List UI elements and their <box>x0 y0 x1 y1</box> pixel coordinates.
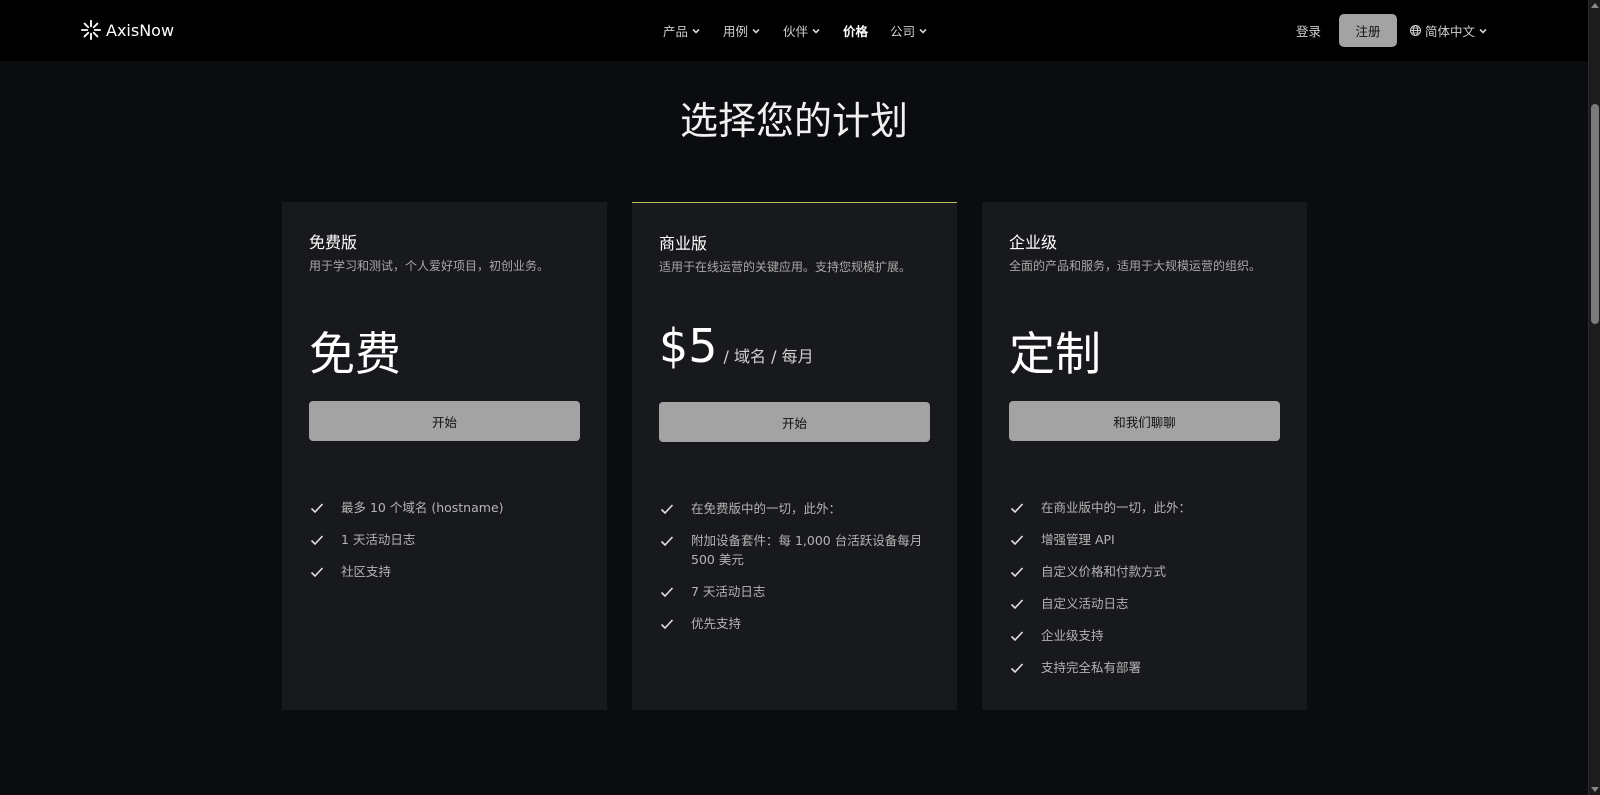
plan-card-enterprise: 企业级 全面的产品和服务，适用于大规模运营的组织。 定制 和我们聊聊 在商业版中… <box>982 202 1307 710</box>
price-row: $5 / 域名 / 每月 <box>659 319 814 373</box>
price-row: 定制 <box>1009 318 1101 384</box>
feature-text: 在商业版中的一切，此外： <box>1041 500 1192 515</box>
check-icon <box>310 535 324 546</box>
check-icon <box>1010 503 1024 514</box>
nav-item-label: 用例 <box>723 24 749 39</box>
plan-name: 商业版 <box>659 234 708 253</box>
feature-item: 在免费版中的一切，此外： <box>659 499 930 518</box>
feature-text: 社区支持 <box>341 564 392 579</box>
plan-name: 企业级 <box>1009 233 1058 252</box>
feature-text: 在免费版中的一切，此外： <box>691 501 842 516</box>
feature-list: 最多 10 个域名 (hostname) 1 天活动日志 社区支持 <box>309 498 580 594</box>
vertical-scrollbar[interactable] <box>1588 0 1600 795</box>
nav-item-label: 产品 <box>663 24 689 39</box>
plan-card-free: 免费版 用于学习和测试，个人爱好项目，初创业务。 免费 开始 最多 10 个域名… <box>282 202 607 710</box>
check-icon <box>1010 599 1024 610</box>
feature-item: 优先支持 <box>659 614 930 633</box>
nav-item-label: 公司 <box>890 24 916 39</box>
feature-text: 附加设备套件：每 1,000 台活跃设备每月 500 美元 <box>691 533 923 567</box>
plan-price: 定制 <box>1009 327 1101 381</box>
main-nav: 产品 用例 伙伴 价格 公司 <box>663 0 928 61</box>
feature-item: 支持完全私有部署 <box>1009 658 1280 677</box>
chevron-down-icon <box>1479 28 1487 34</box>
check-icon <box>660 536 674 547</box>
feature-list: 在免费版中的一切，此外： 附加设备套件：每 1,000 台活跃设备每月 500 … <box>659 499 930 646</box>
feature-item: 在商业版中的一切，此外： <box>1009 498 1280 517</box>
check-icon <box>1010 663 1024 674</box>
language-label: 简体中文 <box>1424 24 1475 39</box>
plan-description: 适用于在线运营的关键应用。支持您规模扩展。 <box>659 260 912 274</box>
check-icon <box>1010 631 1024 642</box>
brand-logo[interactable]: AxisNow <box>80 19 174 41</box>
price-row: 免费 <box>309 318 401 384</box>
globe-icon <box>1409 24 1422 37</box>
nav-item-label: 价格 <box>843 24 869 39</box>
feature-text: 自定义价格和付款方式 <box>1041 564 1167 579</box>
nav-item-company[interactable]: 公司 <box>890 21 928 40</box>
brand-name: AxisNow <box>106 20 175 40</box>
page-title: 选择您的计划 <box>679 99 908 143</box>
feature-text: 7 天活动日志 <box>691 584 766 599</box>
feature-item: 1 天活动日志 <box>309 530 580 549</box>
check-icon <box>1010 535 1024 546</box>
plan-price: $5 <box>659 319 718 373</box>
check-icon <box>660 619 674 630</box>
language-selector[interactable]: 简体中文 <box>1409 21 1488 40</box>
feature-item: 最多 10 个域名 (hostname) <box>309 498 580 517</box>
signup-button[interactable]: 注册 <box>1338 14 1397 47</box>
nav-item-use-cases[interactable]: 用例 <box>723 21 761 40</box>
feature-text: 企业级支持 <box>1041 628 1104 643</box>
feature-text: 优先支持 <box>691 616 742 631</box>
nav-item-label: 伙伴 <box>783 24 809 39</box>
start-button[interactable]: 开始 <box>659 402 930 442</box>
nav-item-pricing[interactable]: 价格 <box>843 21 868 40</box>
check-icon <box>310 567 324 578</box>
plan-card-business: 商业版 适用于在线运营的关键应用。支持您规模扩展。 $5 / 域名 / 每月 开… <box>632 202 957 710</box>
start-button[interactable]: 开始 <box>309 401 580 441</box>
feature-text: 1 天活动日志 <box>341 532 416 547</box>
axisnow-logo-icon <box>80 19 102 41</box>
feature-item: 企业级支持 <box>1009 626 1280 645</box>
feature-text: 自定义活动日志 <box>1041 596 1129 611</box>
feature-list: 在商业版中的一切，此外： 增强管理 API 自定义价格和付款方式 自定义活动日志… <box>1009 498 1280 690</box>
plan-description: 全面的产品和服务，适用于大规模运营的组织。 <box>1009 259 1262 273</box>
feature-text: 支持完全私有部署 <box>1041 660 1142 675</box>
feature-item: 社区支持 <box>309 562 580 581</box>
check-icon <box>660 504 674 515</box>
scrollbar-thumb[interactable] <box>1591 104 1599 324</box>
check-icon <box>310 503 324 514</box>
scroll-up-arrow-icon[interactable] <box>1591 3 1599 8</box>
chevron-down-icon <box>692 28 700 34</box>
chevron-down-icon <box>919 28 927 34</box>
login-link[interactable]: 登录 <box>1296 21 1321 40</box>
top-navbar: AxisNow 产品 用例 伙伴 价格 公司 登录 注册 简体中文 <box>0 0 1588 61</box>
feature-item: 自定义活动日志 <box>1009 594 1280 613</box>
contact-us-button[interactable]: 和我们聊聊 <box>1009 401 1280 441</box>
chevron-down-icon <box>812 28 820 34</box>
feature-item: 自定义价格和付款方式 <box>1009 562 1280 581</box>
check-icon <box>1010 567 1024 578</box>
feature-text: 增强管理 API <box>1041 532 1115 547</box>
feature-item: 7 天活动日志 <box>659 582 930 601</box>
feature-text: 最多 10 个域名 (hostname) <box>341 500 504 515</box>
nav-item-products[interactable]: 产品 <box>663 21 701 40</box>
feature-item: 附加设备套件：每 1,000 台活跃设备每月 500 美元 <box>659 531 930 569</box>
price-suffix: / 域名 / 每月 <box>723 347 814 366</box>
nav-item-partners[interactable]: 伙伴 <box>783 21 821 40</box>
chevron-down-icon <box>752 28 760 34</box>
plan-description: 用于学习和测试，个人爱好项目，初创业务。 <box>309 259 550 273</box>
plan-name: 免费版 <box>309 233 358 252</box>
check-icon <box>660 587 674 598</box>
nav-actions: 登录 注册 简体中文 <box>1296 0 1488 61</box>
plan-price: 免费 <box>309 327 401 381</box>
scroll-down-arrow-icon[interactable] <box>1591 787 1599 792</box>
feature-item: 增强管理 API <box>1009 530 1280 549</box>
